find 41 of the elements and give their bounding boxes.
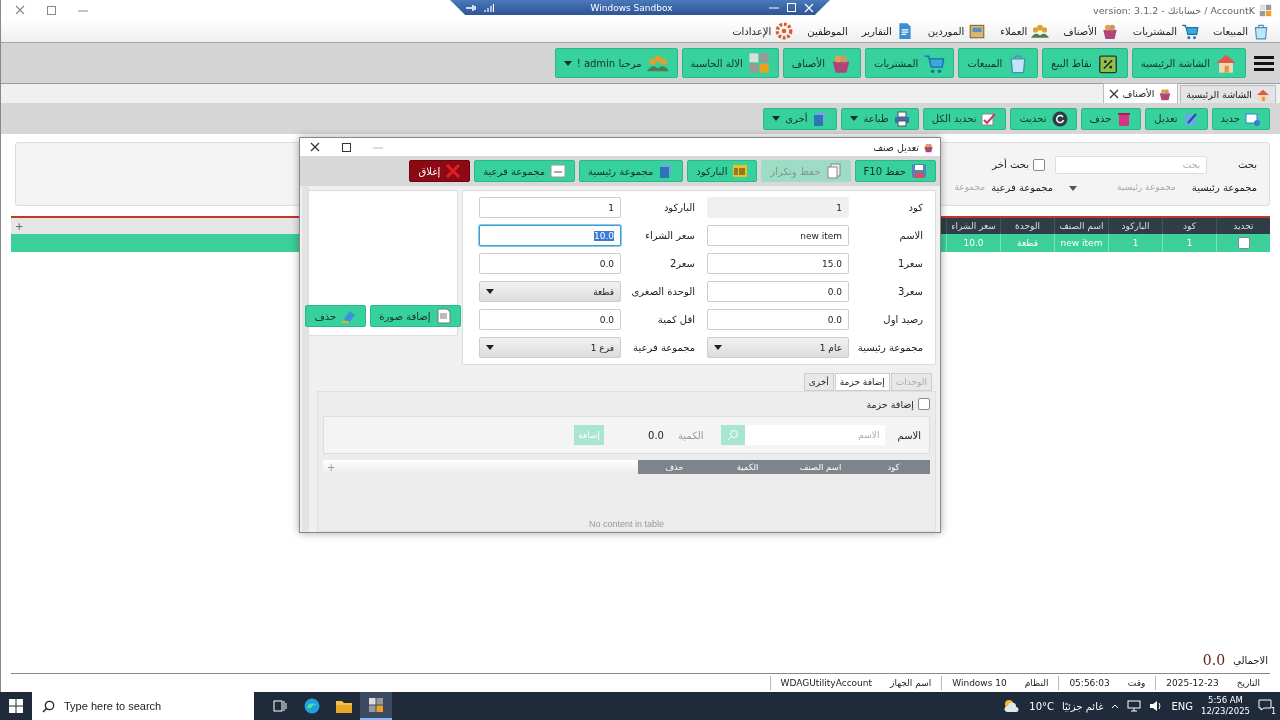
checkbox-label: إضافة حزمة (866, 398, 914, 410)
window-title: AccountK / حساباتك - version: 3.1.2 (1093, 4, 1255, 16)
field-label: الباركود (662, 202, 696, 213)
sandbox-title: Windows Sandbox (589, 2, 674, 13)
field-label: سعر1 (896, 258, 924, 269)
table-cell: 1 (1108, 234, 1162, 252)
field-label: مجموعة رئيسية (1191, 181, 1257, 193)
status-label: وقت (1127, 678, 1146, 688)
status-value: 2025-12-23 (1166, 678, 1219, 688)
field-label: مجموعة رئيسية (856, 342, 924, 353)
field-label: اقل كمية (656, 314, 696, 325)
total-value: 0.0 (1202, 652, 1226, 668)
total-label: الاجمالي (1233, 654, 1268, 666)
quantity-value: 0.0 (648, 429, 664, 441)
field-label: الوحدة الصغرى (630, 286, 696, 297)
table-cell: 1 (1162, 234, 1216, 252)
dialog-title: تعديل صنف (873, 141, 919, 153)
table-cell: new item (1054, 234, 1108, 252)
field-label: سعر2 (668, 258, 696, 269)
status-value: 05:56:03 (1069, 678, 1110, 688)
field-label: الاسم (897, 429, 921, 441)
field-label: سعر الشراء (644, 230, 696, 241)
temperature-text: 10°C (1029, 700, 1054, 712)
field-label: الاسم (898, 230, 924, 241)
search-label: بحث (1236, 159, 1257, 170)
table-cell: قطعة (1000, 234, 1054, 252)
status-label: النظام (1024, 678, 1049, 688)
field-label: الكمية (677, 429, 704, 441)
field-label: رصيد اول (882, 314, 924, 325)
field-label: مجموعة فرعية (991, 181, 1054, 193)
field-label: كود (907, 202, 924, 213)
table-cell: 10.0 (946, 234, 1000, 252)
weather-text: غائم جزئيًا (1062, 700, 1104, 712)
status-value: WDAGUtilityAccount (780, 678, 873, 688)
status-label: اسم الجهاز (890, 678, 932, 688)
empty-table-text: No content in table (587, 519, 666, 531)
status-label: التاريخ (1236, 678, 1260, 688)
status-value: Windows 10 (952, 678, 1007, 688)
field-label: مجموعة فرعية (632, 342, 696, 353)
field-label: سعر3 (896, 286, 924, 297)
checkbox-label: بحث أخر (992, 159, 1029, 170)
